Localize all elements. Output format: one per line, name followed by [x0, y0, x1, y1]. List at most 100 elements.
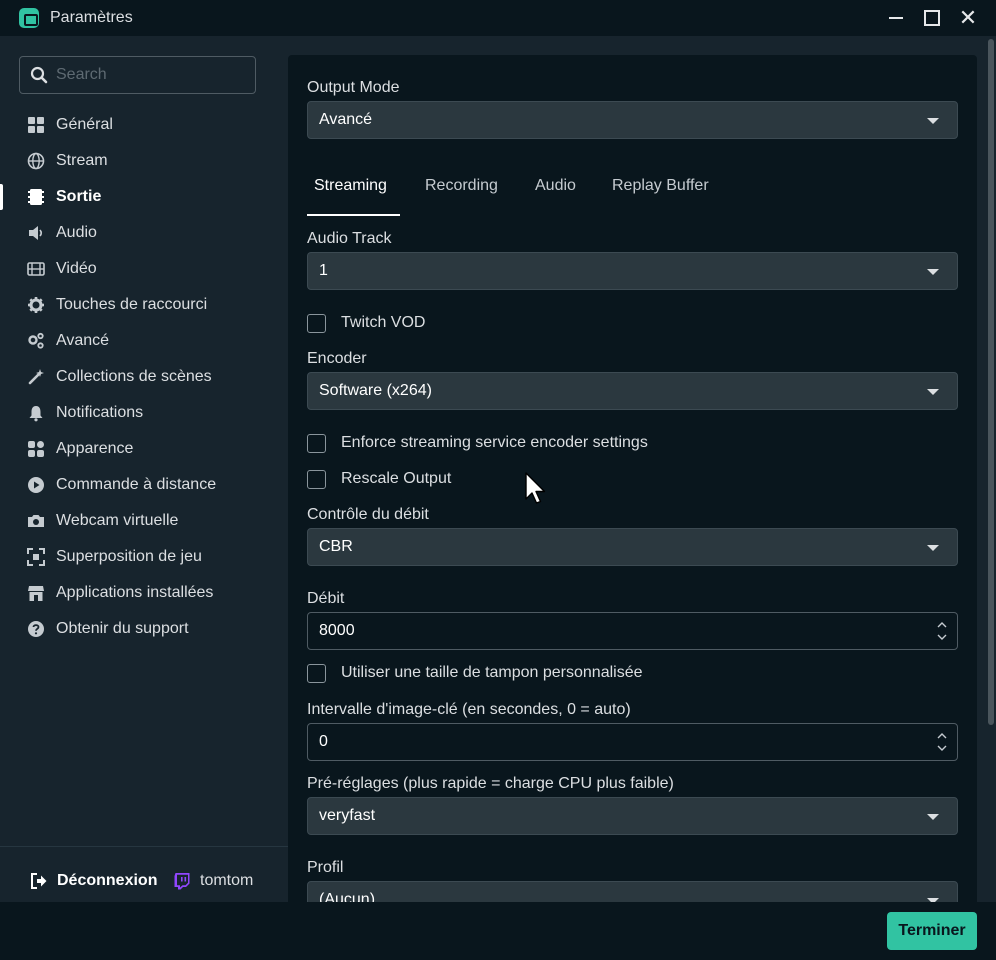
number-stepper[interactable]	[935, 730, 949, 754]
checkbox-label: Enforce streaming service encoder settin…	[341, 434, 648, 451]
chevron-down-icon	[927, 269, 939, 275]
expand-icon	[27, 548, 45, 566]
sidebar-item-audio[interactable]: Audio	[0, 216, 288, 250]
twitch-vod-checkbox-row[interactable]: Twitch VOD	[307, 312, 425, 334]
select-value: 1	[319, 262, 328, 279]
sidebar-item-appearance[interactable]: Apparence	[0, 432, 288, 466]
sidebar-item-stream[interactable]: Stream	[0, 144, 288, 178]
scrollbar[interactable]	[985, 36, 996, 902]
keyframe-interval-input[interactable]: 0	[307, 723, 958, 761]
close-icon[interactable]: ✕	[956, 6, 980, 30]
twitch-icon	[174, 873, 190, 890]
play-circle-icon	[28, 477, 44, 493]
sidebar-item-virtual-webcam[interactable]: Webcam virtuelle	[0, 504, 288, 538]
rescale-output-checkbox-row[interactable]: Rescale Output	[307, 468, 451, 490]
done-button[interactable]: Terminer	[887, 912, 977, 950]
select-value: Avancé	[319, 111, 373, 128]
chevron-down-icon	[927, 814, 939, 820]
sidebar-item-scene-collections[interactable]: Collections de scènes	[0, 360, 288, 394]
preset-select[interactable]: veryfast	[307, 797, 958, 835]
logout-button[interactable]: Déconnexion	[30, 870, 157, 892]
maximize-icon[interactable]	[920, 6, 944, 30]
checkbox-label: Rescale Output	[341, 470, 452, 487]
sidebar-item-label: Superposition de jeu	[56, 548, 202, 565]
bitrate-input[interactable]: 8000	[307, 612, 958, 650]
film-strip-icon	[28, 189, 44, 205]
sidebar-item-support[interactable]: Obtenir du support	[0, 612, 288, 646]
sidebar-item-label: Sortie	[56, 188, 102, 205]
minimize-icon[interactable]	[884, 6, 908, 30]
sidebar-item-label: Obtenir du support	[56, 620, 189, 637]
enforce-encoder-checkbox[interactable]	[307, 433, 326, 453]
audio-track-select[interactable]: 1	[307, 252, 958, 290]
sidebar-item-label: Avancé	[56, 332, 110, 349]
encoder-select[interactable]: Software (x264)	[307, 372, 958, 410]
user-account: tomtom	[173, 870, 253, 892]
profile-label: Profil	[307, 859, 344, 876]
chevron-down-icon	[927, 545, 939, 551]
window-title: Paramètres	[50, 9, 133, 26]
sidebar-item-remote-control[interactable]: Commande à distance	[0, 468, 288, 502]
dashboard-grid-icon	[28, 117, 44, 133]
sidebar-item-advanced[interactable]: Avancé	[0, 324, 288, 358]
rate-control-select[interactable]: CBR	[307, 528, 958, 566]
sidebar-item-game-overlay[interactable]: Superposition de jeu	[0, 540, 288, 574]
search-box[interactable]	[19, 56, 256, 94]
output-mode-select[interactable]: Avancé	[307, 101, 958, 139]
wand-icon	[28, 369, 44, 385]
output-mode-label: Output Mode	[307, 79, 400, 96]
mouse-cursor-icon	[525, 472, 546, 504]
enforce-encoder-checkbox-row[interactable]: Enforce streaming service encoder settin…	[307, 432, 648, 454]
tab-audio[interactable]: Audio	[528, 177, 583, 195]
sidebar-item-label: Touches de raccourci	[56, 296, 208, 313]
sidebar-item-notifications[interactable]: Notifications	[0, 396, 288, 430]
store-icon	[28, 586, 44, 601]
encoder-label: Encoder	[307, 350, 367, 367]
custom-buffer-checkbox[interactable]	[307, 663, 326, 683]
settings-panel: Output Mode Avancé Streaming Recording A…	[288, 55, 977, 902]
sidebar-item-video[interactable]: Vidéo	[0, 252, 288, 286]
custom-buffer-checkbox-row[interactable]: Utiliser une taille de tampon personnali…	[307, 662, 643, 684]
audio-track-label: Audio Track	[307, 230, 392, 247]
globe-icon	[27, 152, 45, 170]
sidebar-item-label: Notifications	[56, 404, 144, 421]
number-stepper[interactable]	[935, 619, 949, 643]
output-tabs: Streaming Recording Audio Replay Buffer	[307, 165, 958, 217]
sidebar-item-general[interactable]: Général	[0, 108, 288, 142]
sidebar-item-output[interactable]: Sortie	[0, 180, 288, 214]
tab-recording[interactable]: Recording	[418, 177, 505, 195]
title-bar: Paramètres ✕	[0, 0, 996, 36]
camera-icon	[28, 515, 44, 527]
rate-control-label: Contrôle du débit	[307, 506, 429, 523]
chevron-down-icon	[927, 389, 939, 395]
sidebar-item-installed-apps[interactable]: Applications installées	[0, 576, 288, 610]
search-input[interactable]	[56, 57, 252, 93]
active-tab-indicator	[307, 214, 400, 216]
sidebar-item-label: Apparence	[56, 440, 134, 457]
twitch-vod-checkbox[interactable]	[307, 313, 326, 333]
sidebar-item-hotkeys[interactable]: Touches de raccourci	[0, 288, 288, 322]
sidebar-item-label: Collections de scènes	[56, 368, 212, 385]
tab-streaming[interactable]: Streaming	[307, 177, 394, 195]
keyframe-interval-label: Intervalle d'image-clé (en secondes, 0 =…	[307, 701, 631, 718]
select-value: CBR	[319, 538, 353, 555]
app-logo-icon	[19, 8, 39, 28]
username: tomtom	[200, 872, 254, 889]
tab-replay-buffer[interactable]: Replay Buffer	[605, 177, 716, 195]
sidebar: Général Stream Sortie Audio Vidéo	[0, 36, 288, 902]
scrollbar-thumb[interactable]	[988, 39, 994, 725]
gears-icon	[28, 332, 44, 349]
speaker-icon	[29, 226, 43, 240]
rescale-output-checkbox[interactable]	[307, 469, 326, 489]
gear-icon	[28, 297, 44, 313]
bell-icon	[29, 406, 43, 422]
logout-label: Déconnexion	[57, 872, 158, 889]
select-value: Software (x264)	[319, 382, 432, 399]
profile-select[interactable]: (Aucun)	[307, 881, 958, 902]
select-value: (Aucun)	[319, 891, 376, 902]
sidebar-item-label: Stream	[56, 152, 108, 169]
sidebar-divider	[0, 846, 288, 847]
input-value: 0	[319, 733, 328, 750]
bitrate-label: Débit	[307, 590, 345, 607]
sidebar-item-label: Commande à distance	[56, 476, 217, 493]
